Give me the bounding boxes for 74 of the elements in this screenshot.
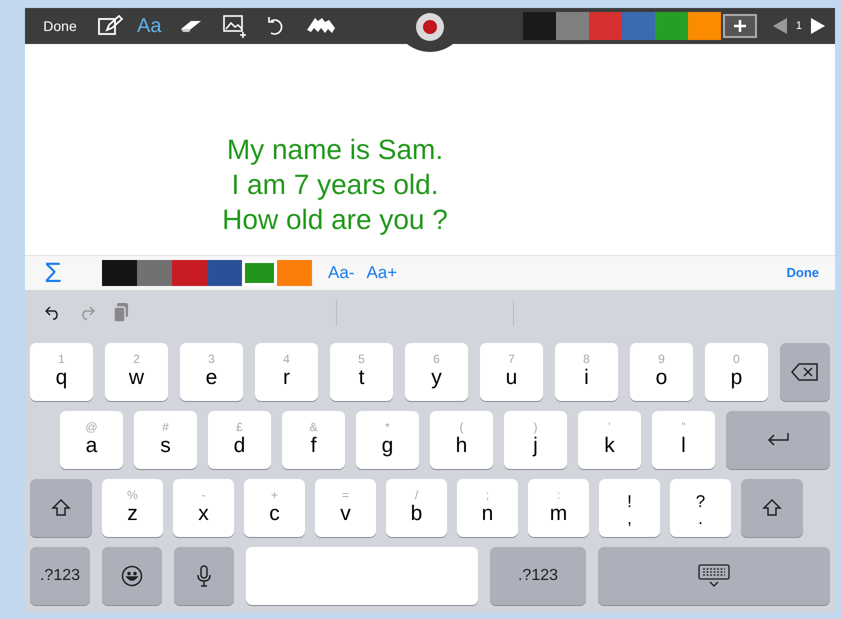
shift-icon <box>762 498 782 518</box>
increase-font-button[interactable]: Aa+ <box>366 260 398 286</box>
key[interactable]: 1 q <box>30 343 93 401</box>
key[interactable]: 6 y <box>405 343 468 401</box>
key[interactable]: 7 u <box>480 343 543 401</box>
emoji-key[interactable] <box>102 547 162 605</box>
key[interactable]: / b <box>386 479 447 537</box>
edit-icon[interactable] <box>97 15 123 37</box>
smiley-icon <box>121 565 143 587</box>
key[interactable]: ? . <box>670 479 731 537</box>
color-swatch[interactable] <box>588 12 622 40</box>
color-swatch[interactable] <box>522 12 556 40</box>
key[interactable]: # s <box>134 411 197 469</box>
shift-icon <box>51 498 71 518</box>
color-swatch[interactable] <box>102 260 137 286</box>
key[interactable]: : m <box>528 479 589 537</box>
key[interactable]: £ d <box>208 411 271 469</box>
color-swatch[interactable] <box>242 260 277 286</box>
previous-page-icon[interactable] <box>772 18 787 34</box>
record-button[interactable] <box>416 13 444 41</box>
next-page-icon[interactable] <box>811 18 825 34</box>
key[interactable]: = v <box>315 479 376 537</box>
key[interactable]: & f <box>282 411 345 469</box>
shift-key[interactable] <box>741 479 803 537</box>
color-swatch[interactable] <box>688 12 721 40</box>
backspace-icon <box>791 363 819 381</box>
page-number: 1 <box>796 18 802 34</box>
color-swatch[interactable] <box>172 260 207 286</box>
hide-keyboard-key[interactable] <box>598 547 830 605</box>
text-line: My name is Sam. <box>226 133 444 167</box>
add-color-button[interactable] <box>722 14 757 38</box>
keyboard-icon <box>698 564 730 588</box>
key[interactable]: * g <box>356 411 419 469</box>
font-button[interactable]: Aa <box>137 11 162 41</box>
done-button[interactable]: Done <box>786 263 819 283</box>
key[interactable]: 5 t <box>330 343 393 401</box>
key[interactable]: ” l <box>652 411 715 469</box>
color-swatch[interactable] <box>207 260 242 286</box>
microphone-icon <box>197 565 211 587</box>
key[interactable]: + c <box>244 479 305 537</box>
color-swatch[interactable] <box>556 12 589 40</box>
key[interactable]: ; n <box>457 479 518 537</box>
key[interactable]: % z <box>102 479 163 537</box>
numbers-key[interactable]: .?123 <box>490 547 586 605</box>
clipboard-icon[interactable] <box>113 302 129 322</box>
return-icon <box>766 432 790 448</box>
decrease-font-button[interactable]: Aa- <box>328 260 354 286</box>
key[interactable]: ’ k <box>578 411 641 469</box>
key[interactable]: ( h <box>430 411 493 469</box>
text-line: I am 7 years old. <box>232 168 438 202</box>
key[interactable]: 8 i <box>555 343 618 401</box>
key[interactable]: 4 r <box>255 343 318 401</box>
color-swatch[interactable] <box>654 12 688 40</box>
shift-key[interactable] <box>30 479 92 537</box>
plus-icon <box>734 20 746 32</box>
key[interactable]: @ a <box>60 411 123 469</box>
undo-icon[interactable] <box>267 16 284 36</box>
dictation-key[interactable] <box>174 547 234 605</box>
key[interactable]: - x <box>173 479 234 537</box>
sigma-button[interactable]: Σ <box>41 259 65 287</box>
key[interactable]: 2 w <box>105 343 168 401</box>
key[interactable]: ! , <box>599 479 660 537</box>
key[interactable]: 9 o <box>630 343 693 401</box>
color-swatch[interactable] <box>622 12 655 40</box>
key[interactable]: 0 p <box>705 343 768 401</box>
color-swatch[interactable] <box>137 260 172 286</box>
done-button[interactable]: Done <box>37 16 83 36</box>
eraser-icon[interactable] <box>179 19 204 33</box>
color-swatch[interactable] <box>277 260 312 286</box>
key[interactable]: ) j <box>504 411 567 469</box>
text-line: How old are you ? <box>222 203 448 237</box>
key[interactable]: 3 e <box>180 343 243 401</box>
numbers-key[interactable]: .?123 <box>30 547 90 605</box>
delete-key[interactable] <box>780 343 830 401</box>
